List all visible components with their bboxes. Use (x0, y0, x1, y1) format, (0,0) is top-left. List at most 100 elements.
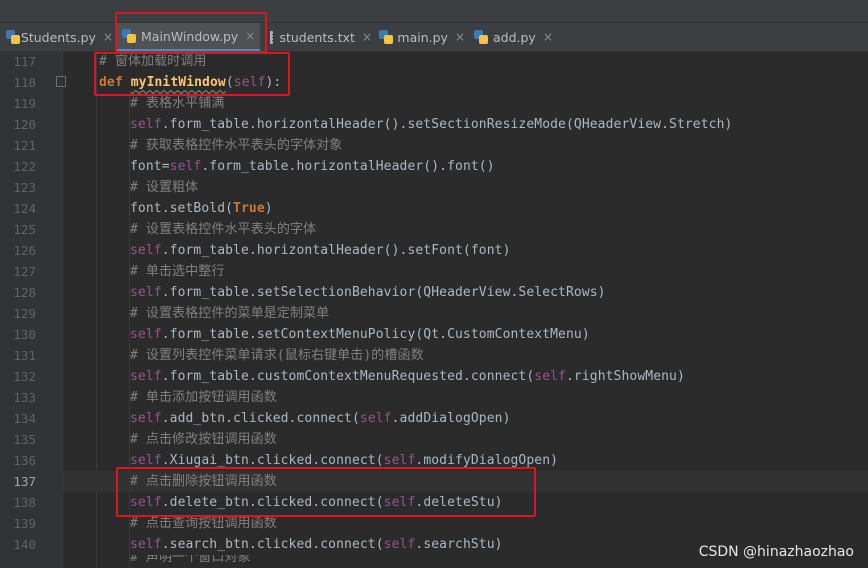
line-number: 127 (13, 264, 36, 279)
code-comment: # 设置列表控件菜单请求(鼠标右键单击)的槽函数 (130, 348, 424, 363)
code-line: 135 # 点击修改按钮调用函数 (13, 429, 868, 450)
code-text: self.form_table.horizontalHeader().setFo… (130, 240, 511, 261)
code-text: self.form_table.setSelectionBehavior(QHe… (130, 282, 606, 303)
code-text: self.Xiugai_btn.clicked.connect(self.mod… (130, 450, 558, 471)
code-line: 130 self.form_table.setContextMenuPolicy… (13, 324, 868, 345)
line-number: 123 (13, 180, 36, 195)
code-comment: # 获取表格控件水平表头的字体对象 (130, 138, 343, 153)
self-keyword: self (130, 453, 162, 468)
close-icon[interactable]: × (245, 29, 255, 43)
python-file-icon (6, 30, 20, 44)
close-icon[interactable]: × (103, 30, 113, 44)
line-number: 129 (13, 306, 36, 321)
line-number: 124 (13, 201, 36, 216)
line-number: 137 (13, 474, 36, 489)
code-line: 139 # 点击查询按钮调用函数 (13, 513, 868, 534)
code-line: 126 self.form_table.horizontalHeader().s… (13, 240, 868, 261)
close-icon[interactable]: × (543, 30, 553, 44)
code-text: .search_btn.clicked.connect( (161, 537, 384, 552)
code-comment: # 窗体加载时调用 (99, 54, 207, 69)
function-name: myInitWindow (130, 75, 226, 90)
code-line: 131 # 设置列表控件菜单请求(鼠标右键单击)的槽函数 (13, 345, 868, 366)
code-text: font= (130, 159, 170, 174)
code-line: 125 # 设置表格控件水平表头的字体 (13, 219, 868, 240)
code-line: 128 self.form_table.setSelectionBehavior… (13, 282, 868, 303)
line-number: 139 (13, 516, 36, 531)
self-keyword: self (534, 369, 566, 384)
code-text: .addDialogOpen) (391, 411, 511, 426)
line-number: 135 (13, 432, 36, 447)
code-text: .delete_btn.clicked.connect( (161, 495, 384, 510)
code-line-current: 137 # 点击删除按钮调用函数 (13, 471, 868, 492)
line-number: 130 (13, 327, 36, 342)
code-text: .add_btn.clicked.connect( (161, 411, 360, 426)
python-file-icon (474, 30, 488, 44)
text-file-icon (270, 30, 280, 44)
code-text: self.search_btn.clicked.connect(self.sea… (130, 534, 503, 555)
self-keyword: self (359, 411, 392, 426)
code-text: ): (265, 75, 282, 90)
self-keyword: self (130, 537, 162, 552)
code-line: 121 # 获取表格控件水平表头的字体对象 (13, 135, 868, 156)
tab-label: Students.py (20, 29, 96, 45)
code-text: self.add_btn.clicked.connect(self.addDia… (130, 408, 511, 429)
code-comment: # 单击选中整行 (130, 264, 225, 279)
line-number: 119 (13, 96, 36, 111)
self-keyword: self (130, 495, 162, 510)
line-number: 140 (13, 537, 36, 552)
self-keyword: self (383, 537, 416, 552)
code-text: font.setBold( (130, 201, 234, 216)
code-line: 127 # 单击选中整行 (13, 261, 868, 282)
code-text: .form_table.horizontalHeader().setFont(f… (161, 243, 511, 258)
line-number: 134 (13, 411, 36, 426)
tab-add-py[interactable]: add.py × (468, 23, 558, 51)
code-text: .form_table.setSelectionBehavior(QHeader… (161, 285, 606, 300)
line-number: 132 (13, 369, 36, 384)
self-keyword: self (383, 495, 416, 510)
code-text: .rightShowMenu) (566, 369, 685, 384)
code-text: font.setBold(True) (130, 198, 273, 219)
self-keyword: self (169, 159, 202, 174)
code-line: 117 # 窗体加载时调用 (13, 51, 868, 72)
python-file-icon (379, 30, 393, 44)
code-line: 120 self.form_table.horizontalHeader().s… (13, 114, 868, 135)
tab-students-py[interactable]: Students.py × (0, 23, 113, 51)
tab-label: main.py (397, 29, 448, 45)
self-keyword: self (233, 75, 266, 90)
close-icon[interactable]: × (362, 30, 372, 44)
code-comment: # 点击删除按钮调用函数 (130, 474, 277, 489)
code-comment: # 点击修改按钮调用函数 (130, 432, 277, 447)
code-line: 122 font=self.form_table.horizontalHeade… (13, 156, 868, 177)
code-comment: # 点击查询按钮调用函数 (130, 516, 277, 531)
keyword-def: def (99, 75, 123, 90)
line-number: 117 (13, 54, 36, 69)
tab-students-txt[interactable]: students.txt × (262, 23, 372, 51)
code-line: 133 # 单击添加按钮调用函数 (13, 387, 868, 408)
code-line: 136 self.Xiugai_btn.clicked.connect(self… (13, 450, 868, 471)
title-bar (0, 0, 868, 23)
editor-tab-bar: Students.py × MainWindow.py × students.t… (0, 23, 868, 52)
code-editor[interactable]: 117 # 窗体加载时调用 118 def myInitWindow(self)… (13, 51, 868, 568)
line-number: 138 (13, 495, 36, 510)
tab-mainwindow-py[interactable]: MainWindow.py × (116, 23, 260, 51)
self-keyword: self (130, 117, 162, 132)
code-line: 138 self.delete_btn.clicked.connect(self… (13, 492, 868, 513)
code-text: .searchStu) (415, 537, 503, 552)
code-line: 129 # 设置表格控件的菜单是定制菜单 (13, 303, 868, 324)
code-text: self.form_table.setContextMenuPolicy(Qt.… (130, 324, 590, 345)
watermark: CSDN @hinazhaozhao (698, 544, 854, 560)
line-number: 120 (13, 117, 36, 132)
self-keyword: self (130, 369, 162, 384)
line-number: 133 (13, 390, 36, 405)
line-number: 128 (13, 285, 36, 300)
tab-main-py[interactable]: main.py × (373, 23, 465, 51)
self-keyword: self (130, 285, 162, 300)
tab-label: students.txt (279, 29, 355, 45)
code-text: .form_table.horizontalHeader().font() (201, 159, 495, 174)
self-keyword: self (130, 411, 162, 426)
close-icon[interactable]: × (455, 30, 465, 44)
code-text: .form_table.customContextMenuRequested.c… (161, 369, 535, 384)
line-number: 131 (13, 348, 36, 363)
code-line: 119 # 表格水平铺满 (13, 93, 868, 114)
code-comment: # 声明一个窗口对象 (130, 555, 251, 565)
